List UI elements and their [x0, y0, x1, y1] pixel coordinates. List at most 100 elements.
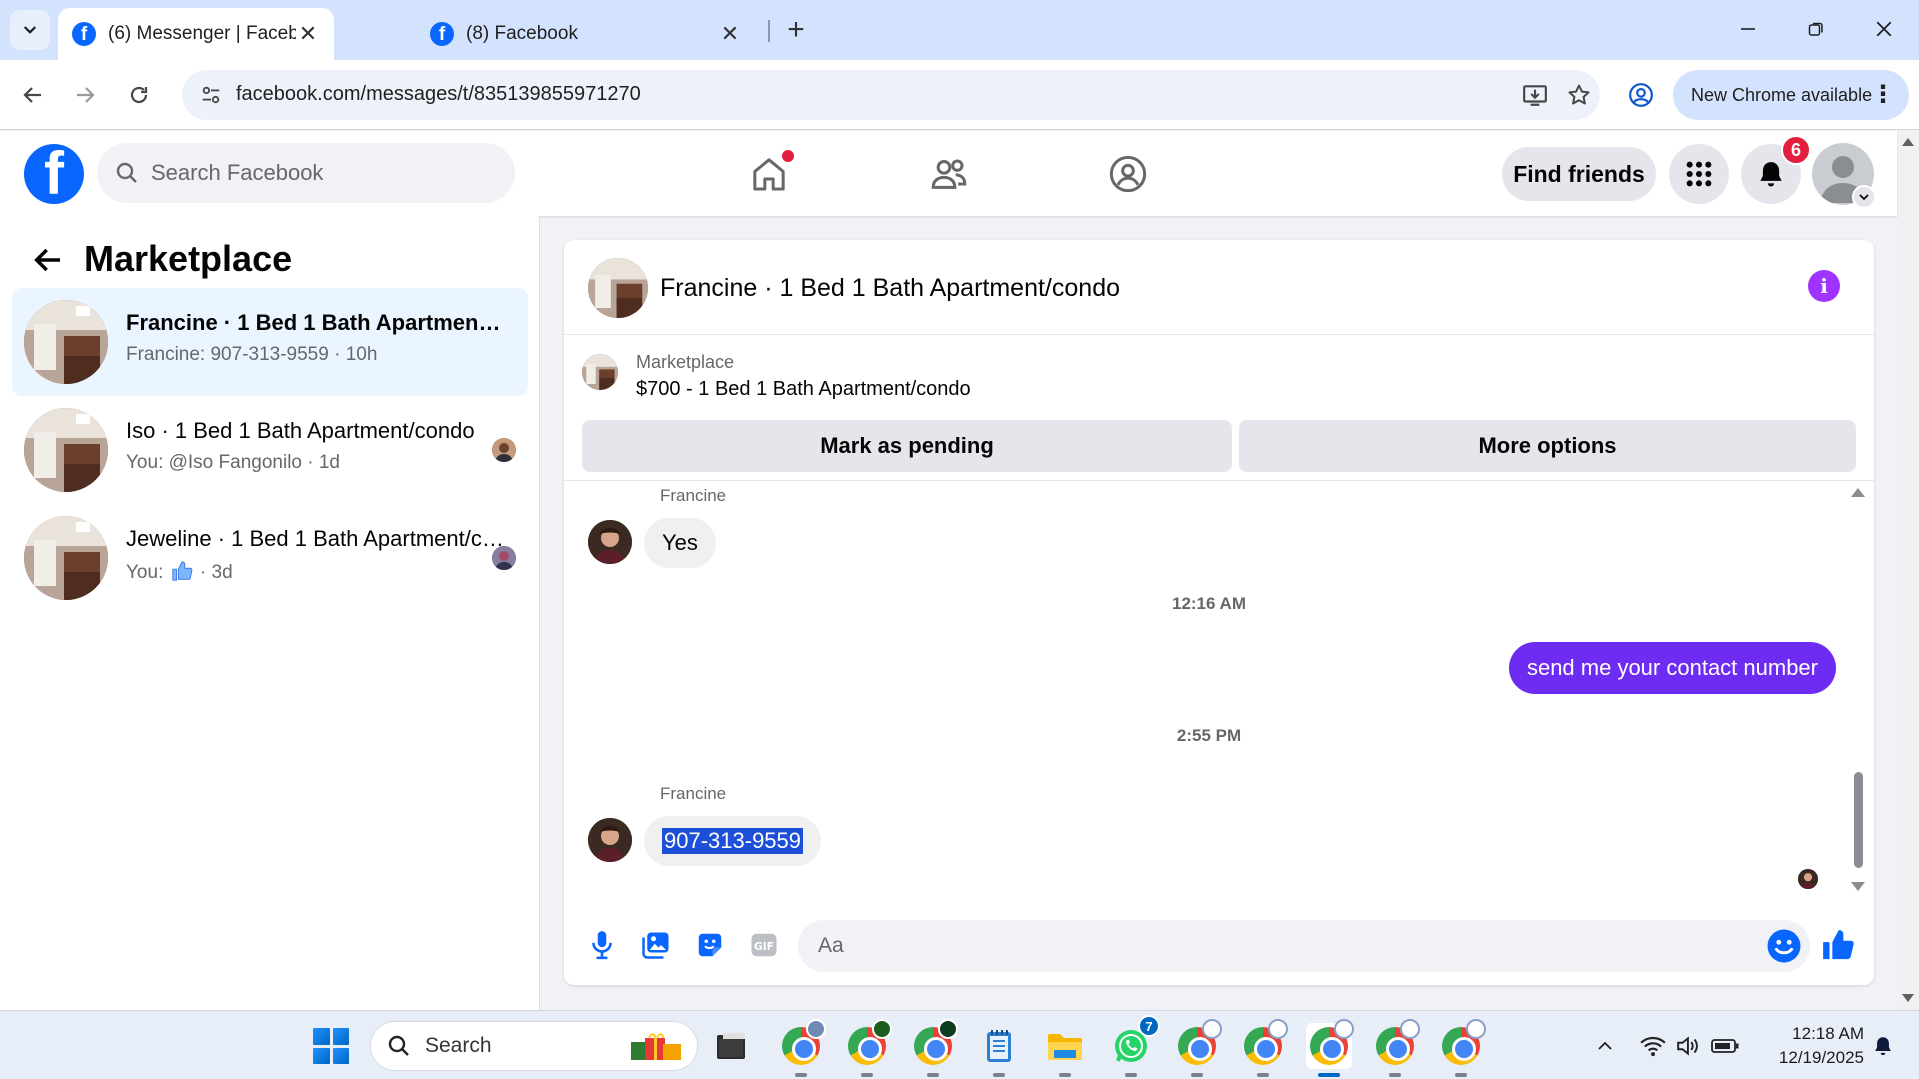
chrome-profile-button[interactable] [1620, 74, 1662, 116]
notification-center-button[interactable] [1868, 1029, 1898, 1063]
scroll-up-icon[interactable] [1851, 488, 1865, 497]
reload-button[interactable] [118, 74, 160, 116]
taskbar-chrome-profile-1[interactable] [778, 1019, 826, 1077]
volume-status[interactable] [1674, 1029, 1704, 1063]
bookmark-star-icon[interactable] [1562, 78, 1596, 112]
page-scrollbar[interactable] [1897, 130, 1919, 1010]
taskbar-chrome-profile-2[interactable] [844, 1019, 892, 1077]
listing-thumbnail[interactable] [582, 354, 618, 390]
selected-phone-number[interactable]: 907-313-9559 [662, 828, 804, 854]
taskbar-chrome-profile-3[interactable] [910, 1019, 958, 1077]
taskbar-chrome-active[interactable] [1306, 1019, 1354, 1077]
close-tab-icon[interactable]: ✕ [718, 21, 742, 46]
forward-button[interactable] [64, 74, 106, 116]
facebook-logo-icon[interactable]: f [24, 144, 84, 204]
account-menu-chevron[interactable] [1852, 185, 1876, 209]
gif-button[interactable]: GIF [744, 925, 784, 965]
site-info-icon[interactable] [194, 78, 228, 112]
show-hidden-icons-button[interactable] [1592, 1029, 1618, 1063]
sender-avatar[interactable] [588, 520, 632, 564]
tab-facebook[interactable]: f (8) Facebook ✕ [416, 8, 756, 60]
battery-status[interactable] [1710, 1029, 1740, 1063]
kebab-menu-icon[interactable]: ⋮ [1871, 80, 1895, 109]
minimize-window-button[interactable] [1718, 6, 1778, 52]
message-input-placeholder: Aa [818, 934, 844, 957]
tab-messenger[interactable]: f (6) Messenger | Facebook ✕ [58, 8, 334, 60]
incoming-message[interactable]: 907-313-9559 [644, 816, 822, 866]
conversation-item-iso[interactable]: Iso · 1 Bed 1 Bath Apartment/condo You: … [12, 396, 528, 504]
scrollbar-thumb[interactable] [1854, 772, 1863, 868]
taskbar-chrome-profile-7[interactable] [1438, 1019, 1486, 1077]
outgoing-message[interactable]: send me your contact number [1508, 642, 1836, 694]
back-to-chats-button[interactable] [28, 240, 68, 280]
tab-search-button[interactable] [10, 10, 50, 50]
taskbar-file-explorer[interactable] [1042, 1023, 1088, 1077]
windows-taskbar: Search 7 12:18 AM 12/19/2025 [0, 1010, 1919, 1079]
url-text[interactable]: facebook.com/messages/t/835139855971270 [236, 83, 641, 106]
message-sender-name: Francine [660, 784, 727, 803]
message-input[interactable]: Aa [798, 920, 1810, 972]
find-friends-button[interactable]: Find friends [1502, 147, 1656, 201]
conversation-info-icon[interactable]: i [1808, 270, 1840, 302]
running-indicator [795, 1073, 807, 1077]
close-tab-icon[interactable]: ✕ [296, 21, 320, 46]
seen-by-avatar [492, 546, 516, 570]
thumbs-up-icon [1823, 930, 1854, 960]
listing-price-title[interactable]: $700 - 1 Bed 1 Bath Apartment/condo [636, 378, 971, 401]
close-window-button[interactable] [1854, 6, 1914, 52]
chevron-up-icon [1598, 1041, 1612, 1050]
profile-icon [1629, 83, 1653, 107]
nav-friends-button[interactable] [924, 149, 974, 199]
attach-media-button[interactable] [636, 925, 676, 965]
chevron-down-icon [23, 26, 37, 34]
sticker-button[interactable] [690, 925, 730, 965]
address-bar[interactable]: facebook.com/messages/t/835139855971270 [182, 70, 1600, 120]
reload-icon [130, 86, 148, 104]
marketplace-listing-bar: Marketplace $700 - 1 Bed 1 Bath Apartmen… [564, 336, 1874, 481]
nav-groups-button[interactable] [1103, 149, 1153, 199]
wifi-status[interactable] [1638, 1029, 1668, 1063]
seen-by-avatar [492, 438, 516, 462]
thread-scrollbar[interactable] [1850, 482, 1866, 902]
wifi-icon [1640, 1036, 1666, 1057]
incoming-message[interactable]: Yes [644, 518, 716, 568]
chat-title[interactable]: Francine · 1 Bed 1 Bath Apartment/condo [660, 274, 1120, 303]
chat-listing-avatar[interactable] [588, 258, 648, 318]
install-app-icon[interactable] [1518, 78, 1552, 112]
facebook-search-input[interactable]: Search Facebook [97, 143, 515, 203]
more-options-button[interactable]: More options [1239, 420, 1856, 472]
taskbar-app-explorer-window[interactable] [708, 1023, 754, 1069]
chat-header: Francine · 1 Bed 1 Bath Apartment/condo … [564, 240, 1874, 335]
windows-start-icon[interactable] [313, 1028, 349, 1064]
running-indicator [1389, 1073, 1401, 1077]
voice-clip-button[interactable] [582, 925, 622, 965]
conversation-item-francine[interactable]: Francine · 1 Bed 1 Bath Apartment/condo … [12, 288, 528, 396]
scroll-up-icon[interactable] [1902, 138, 1914, 146]
mark-as-pending-button[interactable]: Mark as pending [582, 420, 1232, 472]
tab-title: (6) Messenger | Facebook [108, 23, 296, 44]
menu-button[interactable] [1669, 144, 1729, 204]
scroll-down-icon[interactable] [1851, 882, 1865, 891]
sender-avatar[interactable] [588, 818, 632, 862]
new-chrome-available-button[interactable]: New Chrome available ⋮ [1673, 70, 1909, 120]
emoji-icon[interactable] [1766, 928, 1802, 964]
taskbar-search-input[interactable]: Search [370, 1021, 698, 1071]
svg-text:GIF: GIF [754, 940, 774, 953]
restore-window-button[interactable] [1786, 6, 1846, 52]
taskbar-whatsapp[interactable]: 7 [1108, 1015, 1160, 1077]
taskbar-chrome-profile-6[interactable] [1372, 1019, 1420, 1077]
search-icon [116, 162, 137, 183]
taskbar-chrome-profile-4[interactable] [1174, 1019, 1222, 1077]
conversation-preview: Francine: 907-313-9559 · 10h [126, 344, 378, 365]
conversation-item-jeweline[interactable]: Jeweline · 1 Bed 1 Bath Apartment/condo … [12, 504, 528, 612]
system-clock[interactable]: 12:18 AM 12/19/2025 [1754, 1022, 1864, 1070]
whatsapp-unread-badge: 7 [1138, 1015, 1160, 1037]
taskbar-chrome-profile-5[interactable] [1240, 1019, 1288, 1077]
scroll-down-icon[interactable] [1902, 994, 1914, 1002]
new-tab-button[interactable]: + [778, 12, 814, 48]
send-like-button[interactable] [1818, 925, 1858, 965]
bell-icon [1875, 1037, 1891, 1056]
friends-icon [931, 159, 967, 189]
taskbar-notepad[interactable] [976, 1023, 1022, 1077]
back-button[interactable] [12, 74, 54, 116]
